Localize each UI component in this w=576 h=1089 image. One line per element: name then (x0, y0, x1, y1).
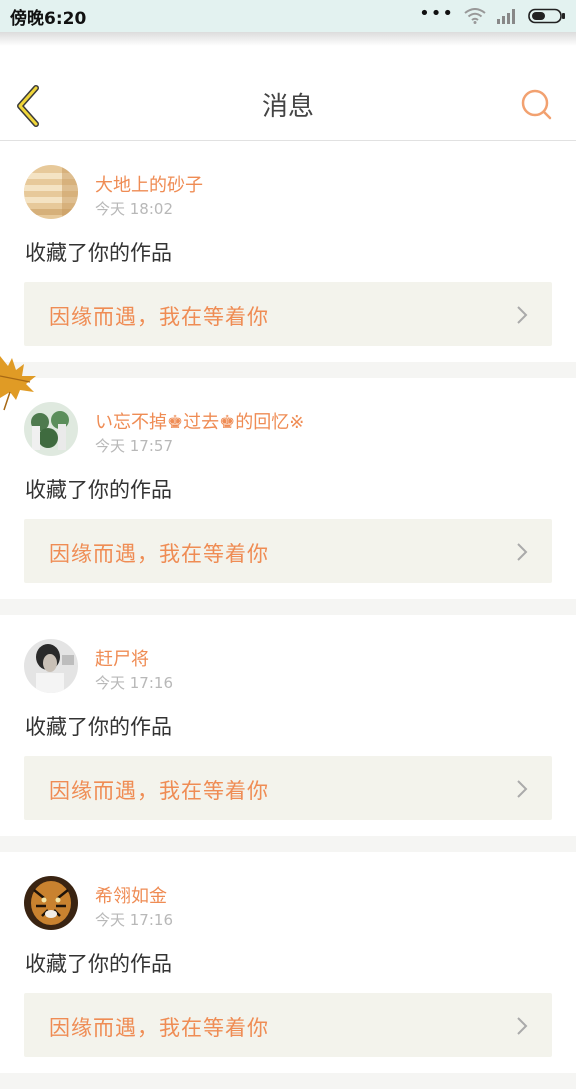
wifi-icon (464, 8, 486, 24)
timestamp: 今天 18:02 (95, 200, 173, 218)
work-link[interactable]: 因缘而遇，我在等着你 (24, 993, 552, 1057)
work-link[interactable]: 因缘而遇，我在等着你 (24, 282, 552, 346)
battery-icon (528, 8, 565, 24)
status-bar: 傍晚6:20 ••• (0, 0, 576, 32)
username[interactable]: 希翎如金 (95, 882, 167, 908)
avatar[interactable] (24, 876, 78, 930)
message-card: 大地上的砂子 今天 18:02 收藏了你的作品 因缘而遇，我在等着你 (0, 141, 576, 362)
page-title: 消息 (261, 92, 314, 122)
avatar[interactable] (24, 165, 78, 219)
action-text: 收藏了你的作品 (25, 478, 172, 502)
status-icons: ••• (419, 3, 566, 24)
signal-icon (497, 9, 515, 24)
message-card: 希翎如金 今天 17:16 收藏了你的作品 因缘而遇，我在等着你 (0, 852, 576, 1073)
timestamp: 今天 17:57 (95, 437, 173, 455)
action-text: 收藏了你的作品 (25, 241, 172, 265)
username[interactable]: 赶尸将 (95, 645, 149, 671)
action-text: 收藏了你的作品 (25, 952, 172, 976)
search-icon[interactable] (520, 88, 554, 122)
timestamp: 今天 17:16 (95, 674, 173, 692)
status-time: 傍晚6:20 (10, 8, 87, 29)
work-link[interactable]: 因缘而遇，我在等着你 (24, 756, 552, 820)
chevron-right-icon (517, 306, 528, 324)
status-shadow (0, 32, 576, 46)
nav-bar: 消息 (0, 46, 576, 141)
message-list: 大地上的砂子 今天 18:02 收藏了你的作品 因缘而遇，我在等着你 い忘不掉♚… (0, 141, 576, 1089)
maple-leaf-decoration (0, 356, 36, 411)
username[interactable]: い忘不掉♚过去♚的回忆※ (95, 408, 304, 434)
timestamp: 今天 17:16 (95, 911, 173, 929)
work-title: 因缘而遇，我在等着你 (49, 779, 269, 803)
work-title: 因缘而遇，我在等着你 (49, 305, 269, 329)
message-card: い忘不掉♚过去♚的回忆※ 今天 17:57 收藏了你的作品 因缘而遇，我在等着你 (0, 378, 576, 599)
username[interactable]: 大地上的砂子 (95, 171, 203, 197)
chevron-right-icon (517, 1017, 528, 1035)
work-link[interactable]: 因缘而遇，我在等着你 (24, 519, 552, 583)
message-card: 赶尸将 今天 17:16 收藏了你的作品 因缘而遇，我在等着你 (0, 615, 576, 836)
chevron-right-icon (517, 543, 528, 561)
work-title: 因缘而遇，我在等着你 (49, 1016, 269, 1040)
avatar[interactable] (24, 639, 78, 693)
work-title: 因缘而遇，我在等着你 (49, 542, 269, 566)
more-dots-icon: ••• (419, 2, 454, 24)
chevron-right-icon (517, 780, 528, 798)
action-text: 收藏了你的作品 (25, 715, 172, 739)
